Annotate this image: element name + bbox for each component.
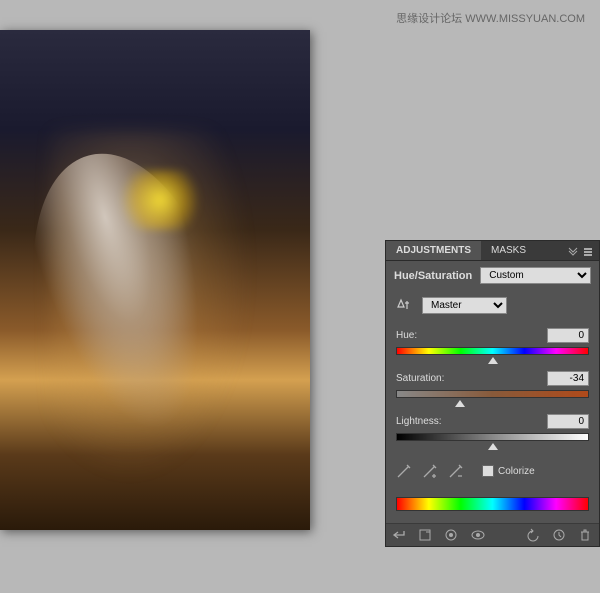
canvas-image[interactable] [0,30,310,530]
watermark-text: 思缘设计论坛 WWW.MISSYUAN.COM [396,10,585,26]
tab-adjustments[interactable]: ADJUSTMENTS [386,241,481,260]
colorize-option[interactable]: Colorize [482,465,535,477]
lightness-label: Lightness: [396,416,442,427]
channel-select[interactable]: Master [422,297,507,314]
colorize-checkbox[interactable] [482,465,494,477]
adjustment-header: Hue/Saturation Custom [386,261,599,290]
visibility-icon[interactable] [470,528,486,542]
saturation-input[interactable] [547,371,589,386]
eyedropper-subtract-icon[interactable] [448,463,464,479]
hue-label: Hue: [396,330,417,341]
targeting-row: Master [386,290,599,324]
lightness-handle[interactable] [488,443,498,450]
eyedropper-add-icon[interactable] [422,463,438,479]
saturation-slider[interactable] [396,390,589,402]
lightness-slider-group: Lightness: [386,410,599,453]
adjustments-panel: ADJUSTMENTS MASKS Hue/Saturation Custom … [385,240,600,547]
trash-icon[interactable] [577,528,593,542]
hue-input[interactable] [547,328,589,343]
eyedropper-row: Colorize [386,453,599,489]
preset-select[interactable]: Custom [480,267,591,284]
expand-icon[interactable] [418,528,434,542]
targeted-adjustment-icon[interactable] [394,296,414,314]
clip-icon[interactable] [444,528,460,542]
panel-footer [386,523,599,546]
colorize-label: Colorize [498,466,535,477]
panel-tab-bar: ADJUSTMENTS MASKS [386,241,599,261]
hue-handle[interactable] [488,357,498,364]
lightness-slider[interactable] [396,433,589,445]
saturation-slider-group: Saturation: [386,367,599,410]
panel-collapse-icons[interactable] [561,246,599,256]
image-glow [120,170,200,230]
adjustment-title: Hue/Saturation [394,270,472,282]
lightness-input[interactable] [547,414,589,429]
reset-icon[interactable] [551,528,567,542]
previous-icon[interactable] [525,528,541,542]
saturation-handle[interactable] [455,400,465,407]
saturation-label: Saturation: [396,373,444,384]
return-icon[interactable] [392,528,408,542]
hue-slider[interactable] [396,347,589,359]
hue-slider-group: Hue: [386,324,599,367]
eyedropper-icon[interactable] [396,463,412,479]
tab-masks[interactable]: MASKS [481,241,536,260]
spectrum-bar [396,497,589,511]
